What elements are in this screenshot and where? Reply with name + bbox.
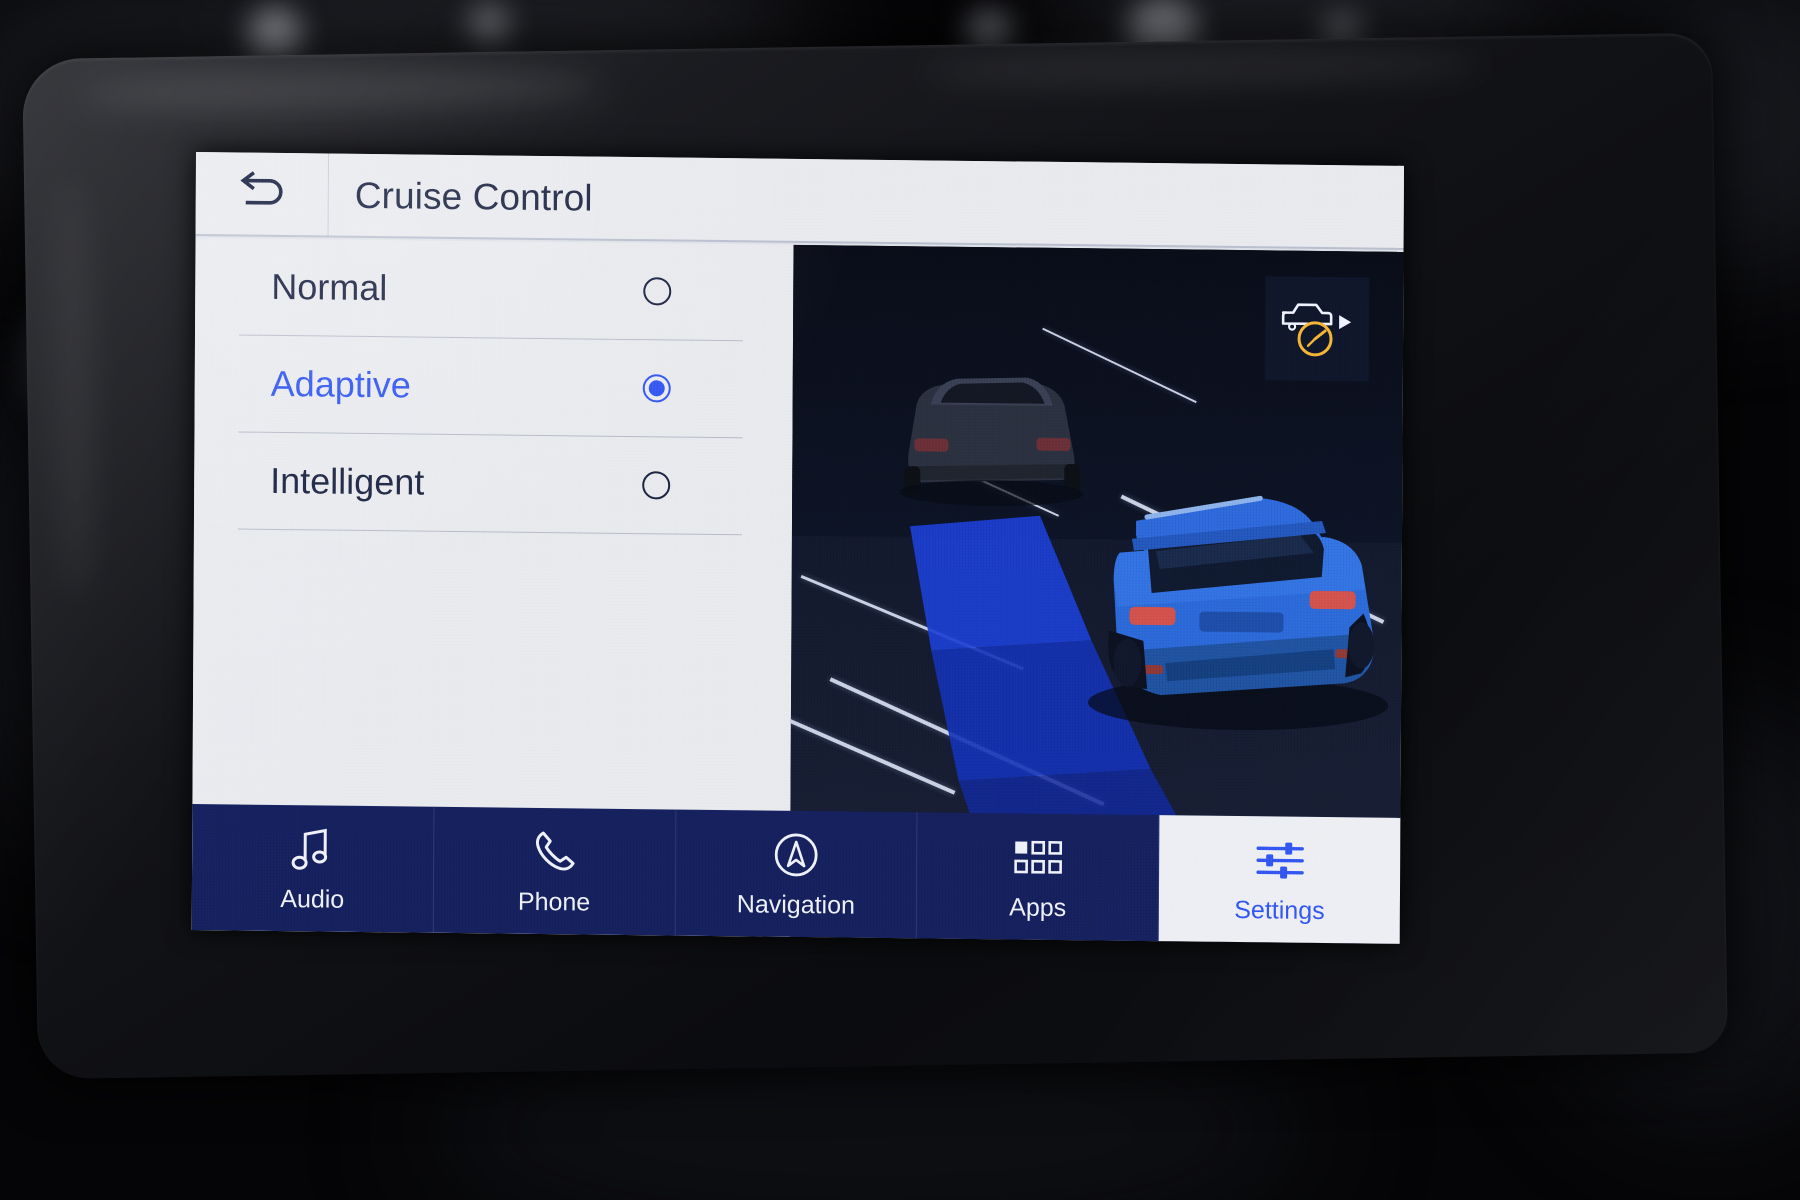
adaptive-cruise-control-badge bbox=[1264, 276, 1370, 382]
option-row-intelligent[interactable]: Intelligent bbox=[194, 432, 793, 535]
ego-vehicle-blue-suv bbox=[1088, 495, 1389, 731]
radio-unchecked-icon[interactable] bbox=[642, 471, 671, 500]
adaptive-cruise-control-icon bbox=[1275, 290, 1359, 368]
option-row-normal[interactable]: Normal bbox=[195, 238, 794, 341]
nav-tab-label: Audio bbox=[280, 884, 345, 914]
lead-vehicle-gray-car bbox=[899, 377, 1084, 507]
bokeh-light bbox=[248, 8, 302, 62]
grid-apps-icon bbox=[1012, 831, 1064, 884]
option-label: Adaptive bbox=[270, 362, 411, 406]
nav-tab-label: Navigation bbox=[736, 889, 856, 920]
radio-unchecked-icon[interactable] bbox=[643, 277, 672, 306]
compass-icon bbox=[770, 828, 822, 881]
nav-tab-settings[interactable]: Settings bbox=[1158, 815, 1401, 944]
photo-stage: Cruise Control Normal Adaptive Intellige… bbox=[0, 0, 1800, 1200]
nav-tab-navigation[interactable]: Navigation bbox=[675, 809, 918, 939]
nav-tab-phone[interactable]: Phone bbox=[433, 806, 677, 936]
radio-checked-icon[interactable] bbox=[642, 374, 671, 403]
nav-tab-audio[interactable]: Audio bbox=[191, 804, 435, 933]
sliders-icon bbox=[1254, 834, 1306, 887]
screen-header: Cruise Control bbox=[195, 152, 1405, 250]
music-note-icon bbox=[286, 823, 338, 876]
infotainment-screen: Cruise Control Normal Adaptive Intellige… bbox=[191, 152, 1405, 944]
nav-tab-label: Apps bbox=[1009, 892, 1067, 922]
back-button[interactable] bbox=[195, 152, 329, 238]
nav-tab-apps[interactable]: Apps bbox=[917, 812, 1160, 942]
bottom-nav-bar: Audio Phone Navigation Apps Settings bbox=[191, 804, 1401, 944]
option-row-adaptive[interactable]: Adaptive bbox=[194, 335, 793, 438]
nav-tab-label: Settings bbox=[1234, 895, 1325, 925]
phone-handset-icon bbox=[528, 825, 580, 878]
page-title-text: Cruise Control bbox=[354, 174, 593, 219]
option-label: Intelligent bbox=[270, 459, 425, 503]
option-label: Normal bbox=[271, 265, 388, 309]
back-arrow-icon bbox=[234, 169, 290, 221]
bokeh-light bbox=[468, 4, 510, 46]
nav-tab-label: Phone bbox=[517, 887, 591, 917]
page-title: Cruise Control bbox=[329, 154, 1404, 250]
